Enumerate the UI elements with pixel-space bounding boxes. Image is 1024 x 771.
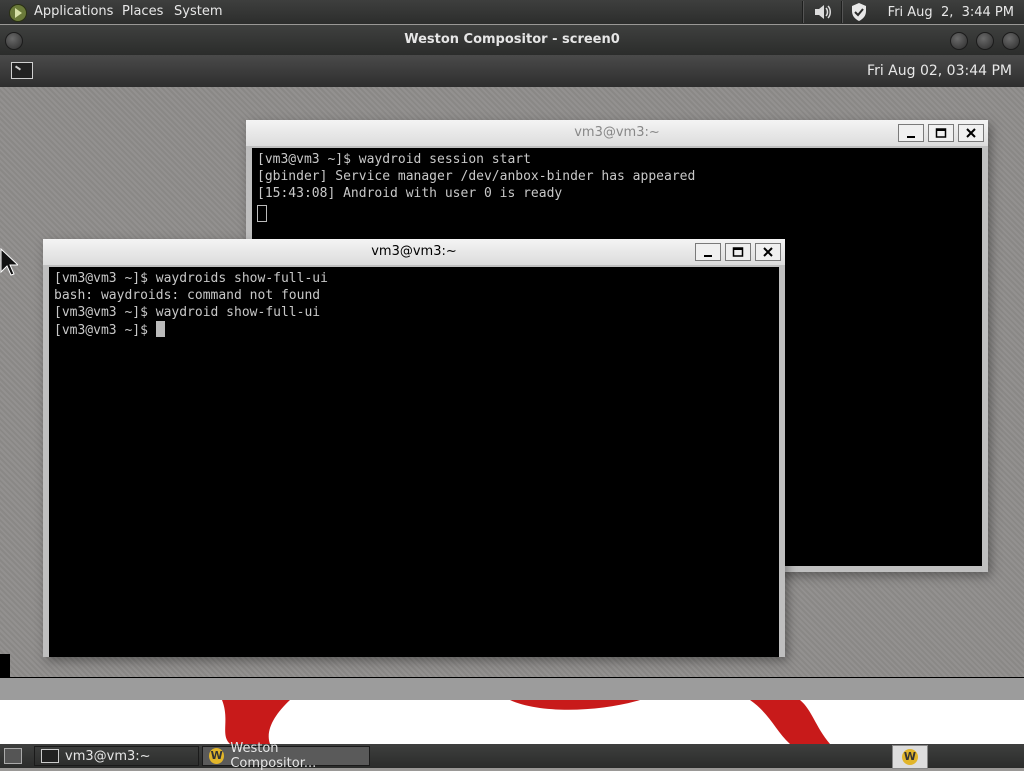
weston-window-menu-button[interactable] (5, 32, 23, 50)
bottom-taskbar: vm3@vm3:~ W Weston Compositor... W (0, 741, 1024, 771)
front-terminal-minimize-button[interactable] (695, 243, 721, 261)
weston-window-bottom-edge (0, 677, 1024, 701)
close-icon (966, 128, 976, 138)
taskbar-item-weston[interactable]: W Weston Compositor... (202, 741, 370, 771)
menu-places[interactable]: Places (122, 4, 163, 19)
terminal-line: bash: waydroids: command not found (54, 288, 321, 303)
maximize-icon (732, 247, 744, 257)
maximize-icon (935, 128, 947, 138)
terminal-cursor (257, 205, 267, 222)
host-desktop-wallpaper (0, 700, 1024, 744)
terminal-line: [vm3@vm3 ~]$ waydroids show-full-ui (54, 271, 328, 286)
taskbar-item-label: Weston Compositor... (230, 741, 317, 771)
show-desktop-icon[interactable] (4, 748, 22, 764)
window-edge-shadow (0, 654, 10, 677)
wallpaper-graphic (222, 700, 830, 744)
back-terminal-maximize-button[interactable] (928, 124, 954, 142)
tray-weston-icon[interactable]: W (892, 745, 928, 769)
minimize-icon (704, 255, 712, 257)
minimize-icon (907, 136, 915, 138)
back-terminal-title: vm3@vm3:~ (574, 125, 660, 140)
volume-icon[interactable] (813, 3, 833, 21)
weston-tray-icon: W (902, 749, 918, 765)
weston-minimize-button[interactable] (950, 32, 968, 50)
front-terminal-close-button[interactable] (755, 243, 781, 261)
security-shield-icon[interactable] (850, 2, 868, 22)
front-terminal-window[interactable]: vm3@vm3:~ [vm3@vm3 ~]$ waydroids show-fu… (43, 239, 785, 657)
weston-panel: Fri Aug 02, 03:44 PM (0, 55, 1024, 87)
taskbar-item-terminal[interactable]: vm3@vm3:~ (34, 746, 199, 766)
back-terminal-minimize-button[interactable] (898, 124, 924, 142)
close-icon (763, 247, 773, 257)
panel-clock[interactable]: Fri Aug 2, 3:44 PM (888, 5, 1014, 20)
front-terminal-titlebar[interactable]: vm3@vm3:~ (43, 239, 785, 265)
terminal-line: [15:43:08] Android with user 0 is ready (257, 186, 563, 201)
terminal-prompt: [vm3@vm3 ~]$ (54, 323, 156, 338)
weston-close-button[interactable] (1002, 32, 1020, 50)
weston-app-icon: W (209, 748, 225, 764)
terminal-line: [vm3@vm3 ~]$ waydroid show-full-ui (54, 305, 321, 320)
mouse-pointer-icon (0, 248, 18, 276)
menu-applications[interactable]: Applications (34, 4, 113, 19)
terminal-launcher-icon[interactable] (11, 62, 33, 79)
front-terminal-title: vm3@vm3:~ (371, 244, 457, 259)
terminal-icon (41, 749, 59, 763)
top-panel: Applications Places System Fri Aug 2, 3:… (0, 0, 1024, 24)
terminal-line: [vm3@vm3 ~]$ waydroid session start (257, 152, 531, 167)
front-terminal-output[interactable]: [vm3@vm3 ~]$ waydroids show-full-ui bash:… (49, 267, 779, 657)
weston-window-title: Weston Compositor - screen0 (404, 32, 620, 47)
terminal-cursor (155, 321, 165, 337)
back-terminal-close-button[interactable] (958, 124, 984, 142)
weston-window-titlebar[interactable]: Weston Compositor - screen0 (0, 25, 1024, 55)
front-terminal-maximize-button[interactable] (725, 243, 751, 261)
applications-icon[interactable] (9, 4, 27, 22)
menu-system[interactable]: System (174, 4, 222, 19)
terminal-line: [gbinder] Service manager /dev/anbox-bin… (257, 169, 696, 184)
weston-maximize-button[interactable] (976, 32, 994, 50)
weston-panel-clock: Fri Aug 02, 03:44 PM (867, 63, 1012, 79)
taskbar-item-label: vm3@vm3:~ (65, 748, 151, 764)
back-terminal-titlebar[interactable]: vm3@vm3:~ (246, 120, 988, 146)
